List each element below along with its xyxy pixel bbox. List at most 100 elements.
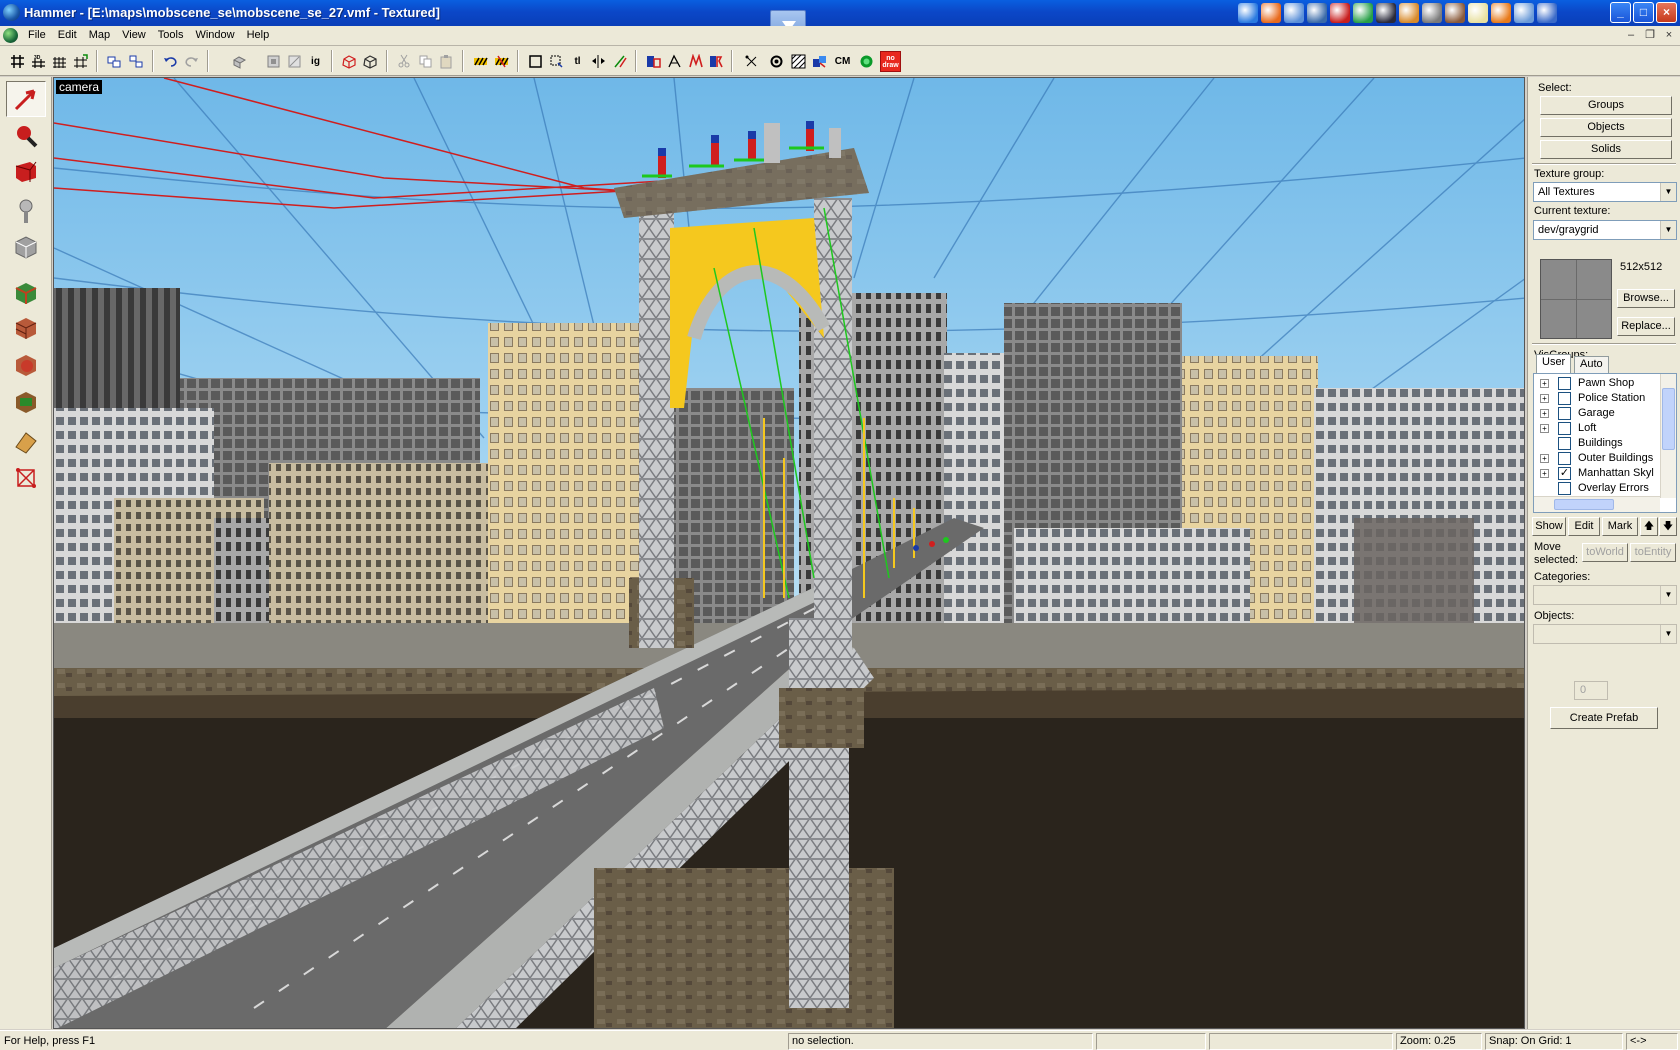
visgroup-checkbox[interactable] [1558, 437, 1571, 450]
menu-help[interactable]: Help [241, 29, 276, 41]
toggle-selection-button[interactable] [706, 51, 727, 72]
toggle-2d-models-button[interactable] [643, 51, 664, 72]
toggle-texture-lock-button[interactable] [470, 51, 491, 72]
expand-icon[interactable]: + [1540, 409, 1549, 418]
carve-button[interactable] [229, 51, 250, 72]
texture-group-dropdown[interactable]: All Textures ▼ [1533, 182, 1677, 202]
nodraw-button[interactable]: no draw [880, 51, 901, 72]
visgroup-item[interactable]: + Pawn Shop [1534, 376, 1660, 391]
menu-tools[interactable]: Tools [152, 29, 190, 41]
notepad-icon[interactable] [1468, 3, 1488, 23]
toggle-scale-lock-button[interactable] [491, 51, 512, 72]
messenger-icon[interactable] [1284, 3, 1304, 23]
mark-button[interactable]: Mark [1602, 517, 1638, 536]
select-within-button[interactable] [546, 51, 567, 72]
toggle-groups-button[interactable] [809, 51, 830, 72]
overlay-tool[interactable] [6, 384, 46, 420]
selection-tool[interactable] [6, 81, 46, 117]
camera-viewport[interactable]: camera [53, 77, 1525, 1029]
doc-restore-button[interactable]: ❐ [1641, 28, 1659, 43]
copy-button[interactable] [415, 51, 436, 72]
group-button[interactable] [104, 51, 125, 72]
apply-texture-tool[interactable] [6, 310, 46, 346]
texture-lock-button[interactable]: tl [567, 51, 588, 72]
browse-button[interactable]: Browse... [1617, 289, 1675, 308]
scrollbar-thumb[interactable] [1662, 388, 1675, 450]
vertex-tool[interactable] [6, 460, 46, 496]
toggle-3d-grid-button[interactable]: 3D [28, 51, 49, 72]
texture-application-tool[interactable] [6, 275, 46, 311]
toggle-select-by-handles-button[interactable] [339, 51, 360, 72]
flip-vertical-button[interactable] [609, 51, 630, 72]
cut-button[interactable] [394, 51, 415, 72]
select-objects-button[interactable]: Objects [1540, 118, 1672, 137]
hammer-app-icon[interactable] [3, 4, 20, 21]
expand-icon[interactable]: + [1540, 394, 1549, 403]
face-count-spinner[interactable]: 0 [1574, 681, 1608, 700]
to-entity-button[interactable]: toEntity [1630, 543, 1676, 562]
toggle-helpers-button[interactable] [360, 51, 381, 72]
smaller-grid-button[interactable] [49, 51, 70, 72]
menu-view[interactable]: View [116, 29, 152, 41]
visgroup-checkbox[interactable] [1558, 407, 1571, 420]
menu-edit[interactable]: Edit [52, 29, 83, 41]
show-button[interactable]: Show [1532, 517, 1566, 536]
visgroup-item[interactable]: + Outer Buildings [1534, 451, 1660, 466]
tab-auto[interactable]: Auto [1574, 356, 1609, 373]
toggle-3d-models-button[interactable] [664, 51, 685, 72]
toggle-axis-button[interactable] [685, 51, 706, 72]
visgroup-checkbox[interactable] [1558, 482, 1571, 495]
globe-icon[interactable] [1353, 3, 1373, 23]
visgroups-tree[interactable]: + Pawn Shop + Police Station + Garage + Loft Bui… [1533, 373, 1677, 513]
hide-unselected-button[interactable] [284, 51, 305, 72]
doc-close-button[interactable]: × [1660, 28, 1678, 43]
move-up-button[interactable]: 🡅 [1640, 517, 1658, 536]
minimize-button[interactable]: _ [1610, 2, 1631, 23]
tab-user[interactable]: User [1536, 354, 1572, 374]
expand-icon[interactable]: + [1540, 424, 1549, 433]
chevron-down-icon[interactable]: ▼ [1660, 625, 1676, 643]
to-world-button[interactable]: toWorld [1582, 543, 1628, 562]
firefox-icon[interactable] [1261, 3, 1281, 23]
cordon-button[interactable]: CM [832, 51, 853, 72]
hide-selected-button[interactable] [263, 51, 284, 72]
toggle-cordon-button[interactable] [788, 51, 809, 72]
doc-minimize-button[interactable]: – [1622, 28, 1640, 43]
toggle-models-2d-button[interactable] [741, 51, 762, 72]
flip-horizontal-button[interactable] [588, 51, 609, 72]
chevron-down-icon[interactable]: ▼ [1660, 183, 1676, 201]
visgroup-checkbox[interactable] [1558, 377, 1571, 390]
maximize-button[interactable]: □ [1633, 2, 1654, 23]
categories-dropdown[interactable]: ▼ [1533, 585, 1677, 605]
chevron-down-icon[interactable]: ▼ [1660, 221, 1676, 239]
title-bar[interactable]: Hammer - [E:\maps\mobscene_se\mobscene_s… [0, 0, 1680, 44]
ignore-groups-button[interactable]: ig [305, 51, 326, 72]
clipping-tool[interactable] [6, 423, 46, 459]
menu-window[interactable]: Window [189, 29, 240, 41]
visgroup-item[interactable]: + ✓ Manhattan Skyl [1534, 466, 1660, 481]
visgroup-item[interactable]: Buildings [1534, 436, 1660, 451]
select-groups-button[interactable]: Groups [1540, 96, 1672, 115]
entity-tool[interactable] [6, 193, 46, 229]
decal-tool[interactable] [6, 347, 46, 383]
close-button[interactable]: × [1656, 2, 1677, 23]
magnify-tool[interactable] [6, 118, 46, 154]
objects-dropdown[interactable]: ▼ [1533, 624, 1677, 644]
cat-icon[interactable] [1422, 3, 1442, 23]
viewport-label[interactable]: camera [56, 80, 103, 94]
expand-icon[interactable]: + [1540, 454, 1549, 463]
document-globe-icon[interactable] [3, 28, 18, 43]
paste-button[interactable] [436, 51, 457, 72]
visgroup-checkbox[interactable] [1558, 392, 1571, 405]
larger-grid-button[interactable] [70, 51, 91, 72]
create-prefab-button[interactable]: Create Prefab [1550, 707, 1658, 729]
cone-icon[interactable] [1491, 3, 1511, 23]
expand-icon[interactable]: + [1540, 469, 1549, 478]
document-icon[interactable] [1514, 3, 1534, 23]
menu-map[interactable]: Map [83, 29, 116, 41]
current-texture-dropdown[interactable]: dev/graygrid ▼ [1533, 220, 1677, 240]
visgroup-checkbox[interactable] [1558, 452, 1571, 465]
internet-explorer-icon[interactable] [1238, 3, 1258, 23]
edit-button[interactable]: Edit [1568, 517, 1600, 536]
visgroup-item[interactable]: Overlay Errors [1534, 481, 1660, 496]
